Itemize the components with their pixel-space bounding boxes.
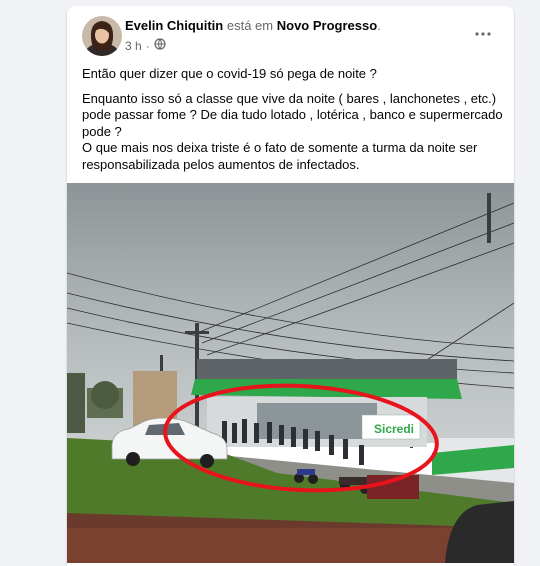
avatar-image (82, 16, 122, 56)
author-name[interactable]: Evelin Chiquitin (125, 18, 223, 33)
meta-dot: · (145, 38, 150, 53)
more-options-button[interactable] (471, 22, 495, 42)
bank-building: Sicredi (191, 359, 462, 447)
bank-sign: Sicredi (374, 422, 414, 436)
post-paragraph-1: Então quer dizer que o covid-19 só pega … (82, 66, 377, 81)
post-photo[interactable]: Sicredi (67, 183, 514, 563)
post-body: Então quer dizer que o covid-19 só pega … (82, 66, 507, 173)
photo-scene: Sicredi (67, 183, 514, 563)
location-link[interactable]: Novo Progresso (277, 18, 377, 33)
location-suffix: . (377, 18, 381, 33)
utility-pole (487, 193, 491, 243)
author-avatar[interactable] (82, 16, 122, 56)
globe-icon (154, 38, 166, 53)
header-verb: está em (226, 18, 274, 33)
more-horizontal-icon (475, 23, 491, 41)
post-time[interactable]: 3 h (125, 39, 142, 53)
post-paragraph-2: Enquanto isso só a classe que vive da no… (82, 90, 503, 139)
post-card: Evelin Chiquitin está em Novo Progresso.… (67, 6, 514, 566)
post-header: Evelin Chiquitin está em Novo Progresso. (125, 18, 381, 33)
post-meta: 3 h · (125, 38, 166, 53)
post-paragraph-3: O que mais nos deixa triste é o fato de … (82, 140, 478, 172)
